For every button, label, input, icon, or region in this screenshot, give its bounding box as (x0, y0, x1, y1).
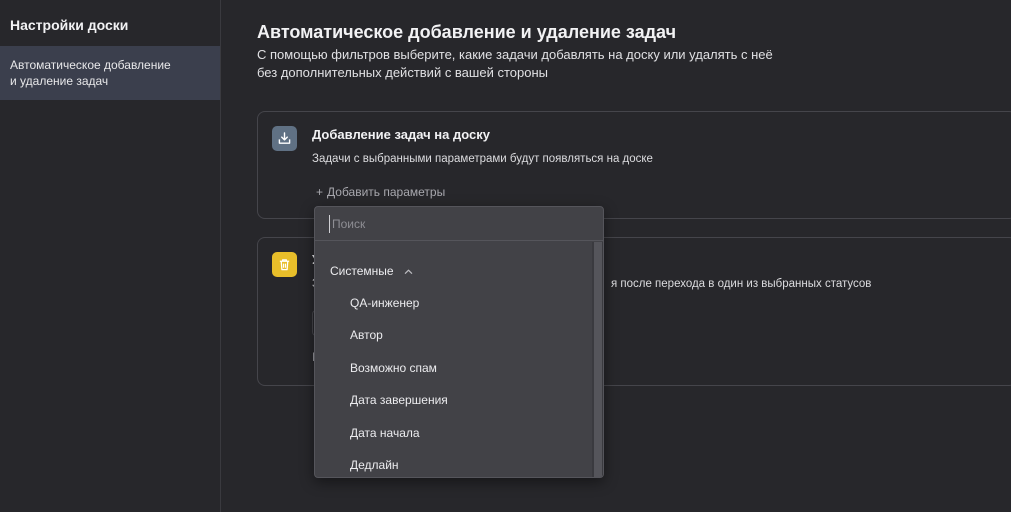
option-author[interactable]: Автор (350, 328, 383, 342)
sidebar-item-label: Автоматическое добавление и удаление зад… (10, 58, 171, 88)
remove-card-description-visible: я после перехода в один из выбранных ста… (610, 278, 872, 290)
add-params-button[interactable]: + Добавить параметры (316, 185, 445, 199)
scrollbar-thumb[interactable] (594, 242, 602, 477)
group-system[interactable]: Системные (330, 264, 413, 278)
option-possible-spam[interactable]: Возможно спам (350, 361, 437, 375)
option-deadline[interactable]: Дедлайн (350, 458, 399, 472)
page-description: С помощью фильтров выберите, какие задач… (257, 47, 773, 80)
dropdown-search (315, 207, 603, 241)
plus-icon: + (316, 185, 324, 199)
option-end-date[interactable]: Дата завершения (350, 393, 448, 407)
params-dropdown: Системные QA-инженер Автор Возможно спам… (314, 206, 604, 478)
group-label: Системные (330, 264, 394, 278)
option-start-date[interactable]: Дата начала (350, 426, 420, 440)
sidebar: Настройки доски Автоматическое добавлени… (0, 0, 221, 512)
add-card-description: Задачи с выбранными параметрами будут по… (312, 153, 653, 165)
add-params-label: Добавить параметры (327, 185, 446, 199)
add-card-title: Добавление задач на доску (312, 127, 490, 142)
search-input[interactable] (329, 215, 579, 233)
app-root: Настройки доски Автоматическое добавлени… (0, 0, 1011, 512)
dropdown-scrollbar[interactable] (592, 242, 603, 477)
dropdown-list: Системные QA-инженер Автор Возможно спам… (315, 242, 594, 477)
add-tasks-card: Добавление задач на доску Задачи с выбра… (257, 111, 1011, 219)
option-qa-engineer[interactable]: QA-инженер (350, 296, 419, 310)
page-title: Автоматическое добавление и удаление зад… (257, 22, 677, 42)
import-tray-icon (272, 126, 297, 151)
sidebar-item-auto-add-remove[interactable]: Автоматическое добавление и удаление зад… (0, 46, 220, 100)
sidebar-title: Настройки доски (10, 17, 129, 33)
trash-icon (272, 252, 297, 277)
chevron-up-icon (404, 269, 412, 274)
